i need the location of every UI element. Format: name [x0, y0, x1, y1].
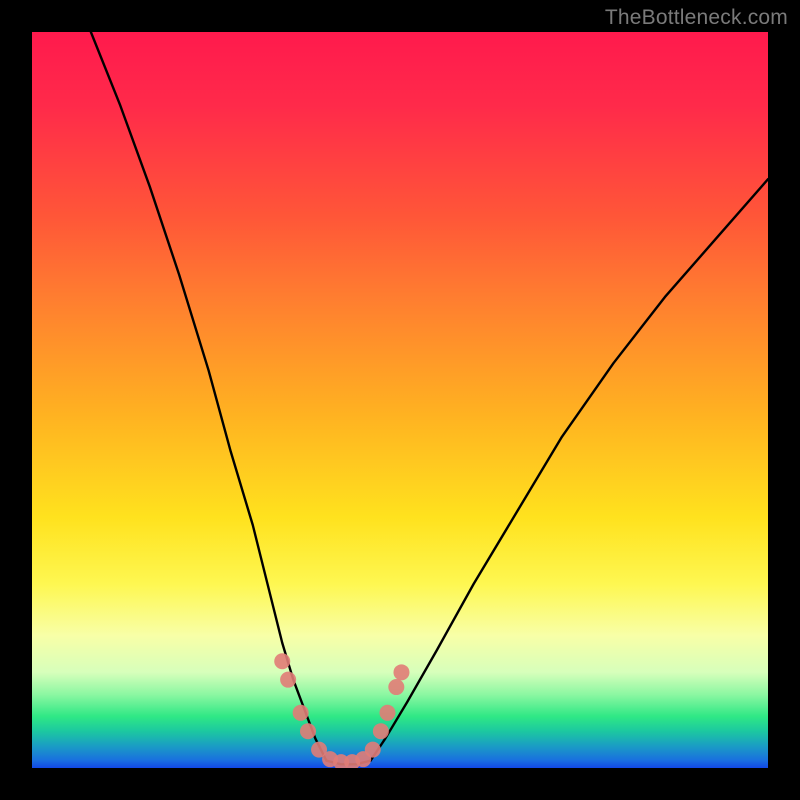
marker-dot	[388, 679, 404, 695]
marker-dot	[365, 742, 381, 758]
marker-dot	[379, 705, 395, 721]
curve-right-curve	[371, 179, 768, 760]
watermark-text: TheBottleneck.com	[605, 6, 788, 30]
marker-dot	[300, 723, 316, 739]
marker-dot	[274, 653, 290, 669]
marker-dot	[373, 723, 389, 739]
chart-svg	[32, 32, 768, 768]
plot-area	[32, 32, 768, 768]
curve-left-curve	[91, 32, 327, 761]
marker-dot	[393, 664, 409, 680]
marker-dot	[280, 672, 296, 688]
marker-dot	[293, 705, 309, 721]
chart-frame: TheBottleneck.com	[0, 0, 800, 800]
